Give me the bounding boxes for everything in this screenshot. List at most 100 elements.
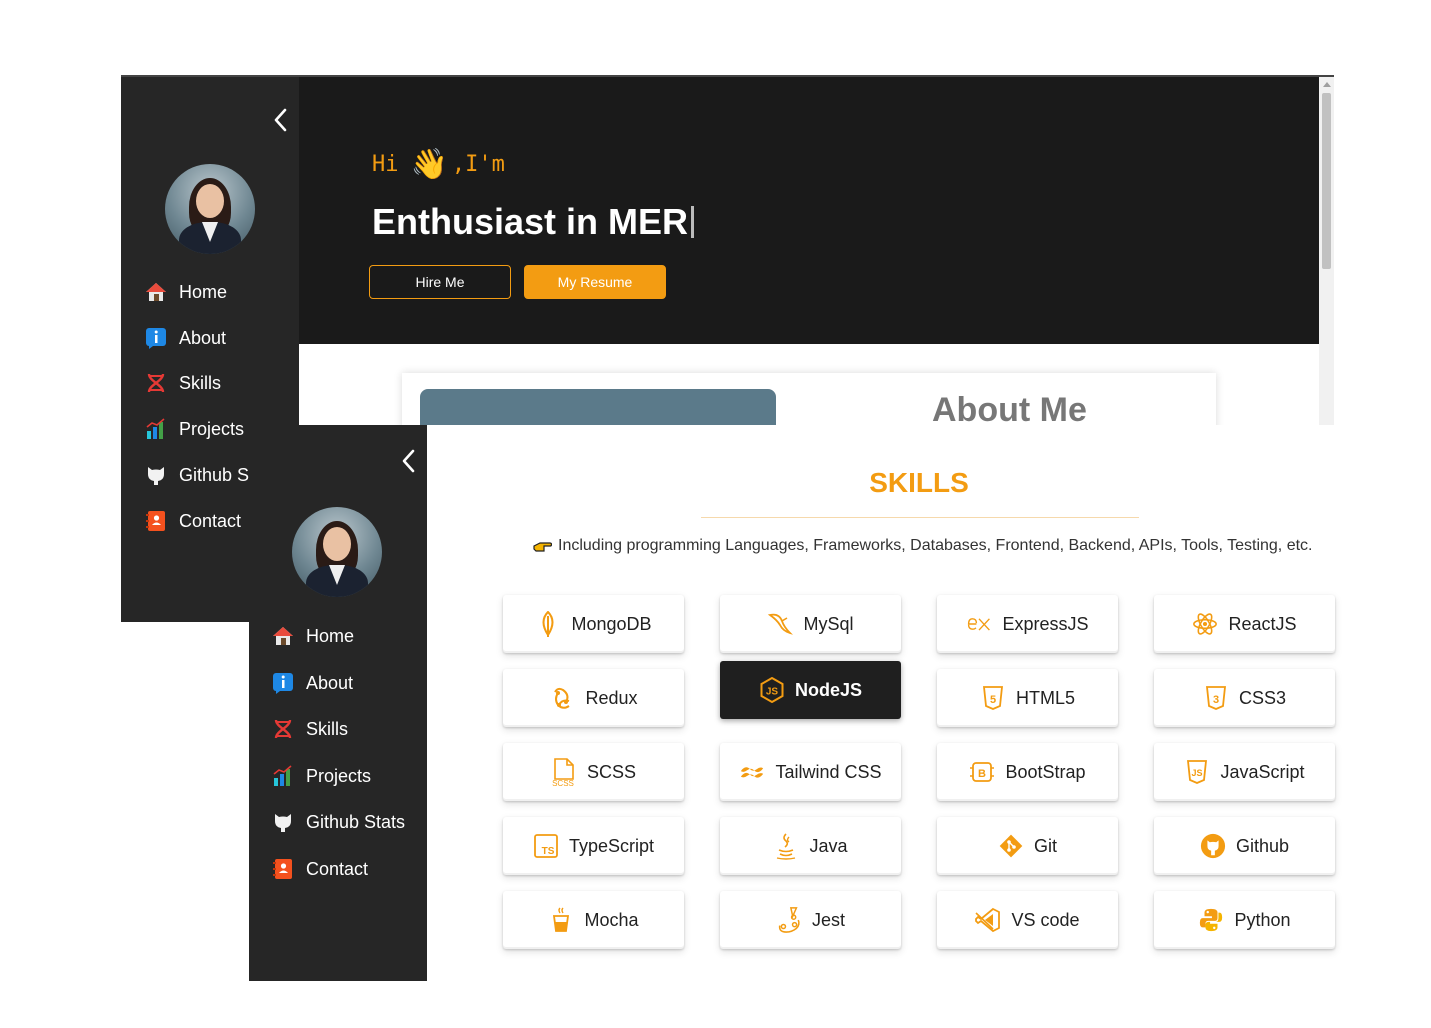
nav-label: Projects	[179, 418, 245, 439]
skills-section: SKILLS Including programming Languages, …	[427, 425, 1399, 981]
nav-label: Skills	[179, 372, 222, 393]
skill-label: HTML5	[1015, 687, 1075, 708]
skill-card-html5[interactable]: 5 HTML5	[937, 669, 1118, 727]
bootstrap-icon: B	[969, 759, 995, 785]
css3-icon: 3	[1203, 685, 1229, 711]
svg-text:JS: JS	[766, 687, 779, 698]
skills-description: Including programming Languages, Framewo…	[532, 537, 1312, 555]
skill-card-git[interactable]: Git	[937, 817, 1118, 875]
nav-label: Skills	[306, 718, 349, 739]
nodejs-icon: JS	[759, 677, 785, 703]
nav-item-projects[interactable]: Projects	[145, 418, 244, 440]
nav-item-skills[interactable]: Skills	[272, 718, 348, 740]
github-cat-icon	[272, 811, 294, 833]
tailwind-icon	[739, 759, 765, 785]
scss-icon: SCSS	[551, 758, 577, 787]
nav-item-home[interactable]: Home	[272, 625, 354, 647]
skill-label: BootStrap	[1005, 761, 1086, 782]
chevron-left-icon	[402, 449, 415, 473]
skill-label: Mocha	[584, 909, 639, 930]
description-text: Including programming Languages, Framewo…	[558, 537, 1313, 554]
collapse-sidebar-button[interactable]	[399, 448, 419, 474]
my-resume-button[interactable]: My Resume	[524, 265, 666, 299]
skill-card-mongodb[interactable]: MongoDB	[503, 595, 684, 653]
nav-label: Home	[306, 625, 355, 646]
nav-label: Contact	[306, 858, 369, 879]
title-divider	[701, 517, 1139, 518]
svg-text:JS: JS	[1192, 768, 1203, 778]
nav-label: Projects	[306, 765, 372, 786]
bar-chart-icon	[272, 765, 294, 787]
nav-label: Github Stats	[306, 811, 406, 832]
skill-card-mysql[interactable]: MySql	[720, 595, 901, 653]
skill-card-expressjs[interactable]: ExpressJS	[937, 595, 1118, 653]
skill-card-typescript[interactable]: TS TypeScript	[503, 817, 684, 875]
bar-chart-icon	[145, 418, 167, 440]
nav-item-github-stats[interactable]: Github Stats	[272, 811, 405, 833]
svg-text:3: 3	[1213, 694, 1219, 706]
skill-card-vs-code[interactable]: VS code	[937, 891, 1118, 949]
avatar	[165, 164, 255, 254]
skill-card-mocha[interactable]: Mocha	[503, 891, 684, 949]
skill-label: Python	[1234, 909, 1291, 930]
typescript-icon: TS	[533, 833, 559, 859]
collapse-sidebar-button[interactable]	[271, 107, 291, 133]
nav-item-contact[interactable]: Contact	[145, 510, 241, 532]
home-icon	[272, 625, 294, 647]
skill-card-css3[interactable]: 3 CSS3	[1154, 669, 1335, 727]
nav-item-home[interactable]: Home	[145, 281, 227, 303]
skill-label: Github	[1235, 835, 1290, 856]
info-icon	[145, 327, 167, 349]
nav-item-contact[interactable]: Contact	[272, 858, 368, 880]
skill-card-scss[interactable]: SCSS SCSS	[503, 743, 684, 801]
skill-card-jest[interactable]: Jest	[720, 891, 901, 949]
info-icon	[272, 672, 294, 694]
git-icon	[998, 833, 1024, 859]
hire-me-button[interactable]: Hire Me	[369, 265, 511, 299]
nav-label: Home	[179, 281, 228, 302]
skill-card-nodejs[interactable]: JS NodeJS	[720, 661, 901, 719]
svg-text:B: B	[978, 768, 986, 780]
mysql-icon	[767, 611, 794, 637]
python-icon	[1198, 907, 1224, 933]
contact-book-icon	[272, 858, 294, 880]
skill-card-tailwind-css[interactable]: Tailwind CSS	[720, 743, 901, 801]
skill-card-reactjs[interactable]: ReactJS	[1154, 595, 1335, 653]
javascript-icon: JS	[1184, 759, 1210, 785]
jest-icon	[776, 907, 802, 933]
nav-label: About	[179, 327, 227, 348]
skill-label: Redux	[585, 687, 638, 708]
skill-label: ReactJS	[1228, 613, 1297, 634]
skill-card-redux[interactable]: Redux	[503, 669, 684, 727]
skill-label: ExpressJS	[1002, 613, 1089, 634]
nav-item-skills[interactable]: Skills	[145, 372, 221, 394]
skills-title: SKILLS	[869, 467, 969, 498]
scroll-up-arrow-icon[interactable]	[1323, 82, 1331, 87]
nav-item-about[interactable]: About	[145, 327, 226, 349]
vscode-icon	[975, 907, 1001, 933]
nav-label: Github St	[179, 464, 255, 485]
svg-text:5: 5	[990, 694, 996, 706]
chevron-left-icon	[274, 108, 287, 132]
dna-icon	[272, 718, 294, 740]
nav-item-projects[interactable]: Projects	[272, 765, 371, 787]
skill-label: SCSS	[586, 761, 637, 782]
greeting-hi: Hi	[372, 152, 399, 177]
react-icon	[1192, 611, 1218, 637]
skill-card-bootstrap[interactable]: B BootStrap	[937, 743, 1118, 801]
skill-card-java[interactable]: Java	[720, 817, 901, 875]
typing-cursor	[691, 206, 695, 238]
nav-item-github-stats[interactable]: Github St	[145, 464, 254, 486]
skill-label: MongoDB	[571, 613, 652, 634]
scrollbar-thumb[interactable]	[1322, 93, 1331, 269]
skill-card-github[interactable]: Github	[1154, 817, 1335, 875]
typewriter-headline: Enthusiast in MER	[372, 201, 695, 243]
home-icon	[145, 281, 167, 303]
java-icon	[773, 833, 799, 860]
express-icon	[966, 611, 992, 637]
nav-item-about[interactable]: About	[272, 672, 353, 694]
skill-card-python[interactable]: Python	[1154, 891, 1335, 949]
skill-label: Tailwind CSS	[775, 761, 882, 782]
skill-card-javascript[interactable]: JS JavaScript	[1154, 743, 1335, 801]
github-icon	[1200, 833, 1226, 859]
